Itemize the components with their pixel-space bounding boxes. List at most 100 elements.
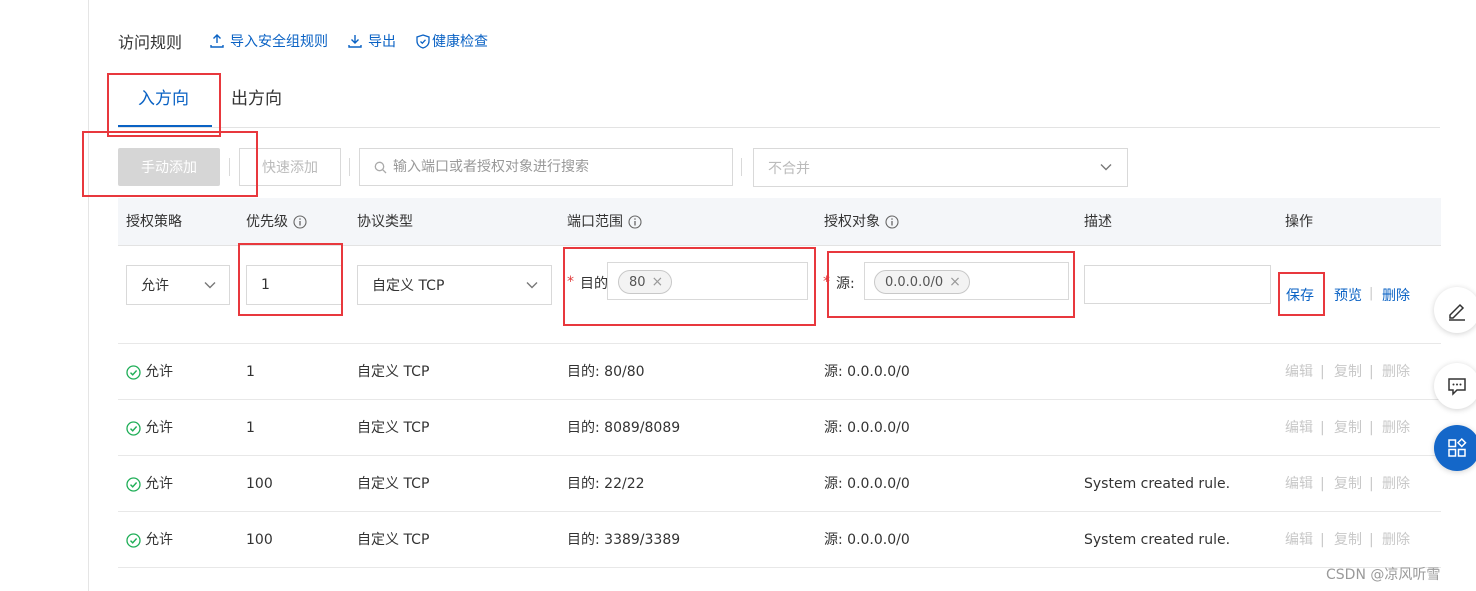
toolbar-divider bbox=[741, 158, 742, 176]
delete-action[interactable]: 删除 bbox=[1382, 456, 1410, 512]
col-policy: 授权策略 bbox=[126, 214, 182, 230]
delete-action[interactable]: 删除 bbox=[1382, 344, 1410, 400]
action-divider: | bbox=[1320, 364, 1325, 380]
export-link[interactable]: 导出 bbox=[348, 31, 396, 51]
tab-outbound[interactable]: 出方向 bbox=[231, 82, 282, 128]
tab-inbound[interactable]: 入方向 bbox=[138, 82, 189, 128]
policy-select-value: 允许 bbox=[141, 278, 169, 294]
priority-cell: 1 bbox=[246, 420, 255, 436]
copy-action[interactable]: 复制 bbox=[1334, 456, 1362, 512]
policy-cell: 允许 bbox=[126, 344, 173, 400]
table-row: 允许 100 自定义 TCP 目的: 3389/3389 源: 0.0.0.0/… bbox=[118, 512, 1441, 568]
port-cell: 目的: 22/22 bbox=[567, 476, 645, 492]
policy-cell: 允许 bbox=[126, 400, 173, 456]
auth-tag: 0.0.0.0/0 × bbox=[874, 270, 970, 294]
info-icon[interactable] bbox=[628, 215, 642, 229]
col-priority-label: 优先级 bbox=[246, 214, 288, 230]
auth-tag-input[interactable]: 0.0.0.0/0 × bbox=[864, 262, 1069, 300]
col-port: 端口范围 bbox=[567, 198, 642, 246]
floating-feedback-button[interactable] bbox=[1434, 363, 1476, 409]
copy-action[interactable]: 复制 bbox=[1334, 344, 1362, 400]
auth-cell: 源: 0.0.0.0/0 bbox=[824, 420, 910, 436]
policy-value: 允许 bbox=[145, 476, 173, 492]
priority-input[interactable] bbox=[247, 266, 341, 304]
col-priority: 优先级 bbox=[246, 198, 307, 246]
edit-action[interactable]: 编辑 bbox=[1285, 400, 1313, 456]
chevron-down-icon bbox=[1099, 160, 1113, 178]
search-icon bbox=[374, 161, 387, 174]
save-button[interactable]: 保存 bbox=[1286, 285, 1314, 305]
close-icon[interactable]: × bbox=[949, 274, 961, 290]
policy-value: 允许 bbox=[145, 420, 173, 436]
download-icon bbox=[348, 34, 362, 48]
port-tag-input[interactable]: 80 × bbox=[607, 262, 808, 300]
auth-field-label: 源: bbox=[836, 276, 855, 292]
quick-add-button[interactable]: 快速添加 bbox=[239, 148, 341, 186]
port-tag-value: 80 bbox=[629, 274, 646, 290]
auth-cell: 源: 0.0.0.0/0 bbox=[824, 364, 910, 380]
port-cell: 目的: 8089/8089 bbox=[567, 420, 681, 436]
protocol-cell: 自定义 TCP bbox=[357, 364, 430, 380]
direction-tabs: 入方向 出方向 bbox=[118, 82, 1440, 128]
port-tag: 80 × bbox=[618, 270, 673, 294]
priority-cell: 1 bbox=[246, 364, 255, 380]
action-divider: | bbox=[1320, 532, 1325, 548]
priority-field[interactable] bbox=[246, 265, 342, 305]
protocol-select[interactable]: 自定义 TCP bbox=[357, 265, 552, 305]
upload-icon bbox=[210, 34, 224, 48]
comment-icon bbox=[1446, 375, 1468, 397]
tab-active-indicator bbox=[118, 125, 212, 127]
preview-button[interactable]: 预览 bbox=[1334, 285, 1362, 305]
rules-header: 访问规则 导入安全组规则 导出 健康检查 bbox=[118, 28, 508, 54]
edit-icon bbox=[1446, 299, 1468, 321]
edit-action[interactable]: 编辑 bbox=[1285, 344, 1313, 400]
health-check-link[interactable]: 健康检查 bbox=[416, 31, 488, 51]
copy-action[interactable]: 复制 bbox=[1334, 512, 1362, 568]
table-row: 允许 100 自定义 TCP 目的: 22/22 源: 0.0.0.0/0 Sy… bbox=[118, 456, 1441, 512]
import-security-group-link[interactable]: 导入安全组规则 bbox=[210, 31, 328, 51]
check-circle-icon bbox=[126, 364, 141, 380]
manual-add-button[interactable]: 手动添加 bbox=[118, 148, 220, 186]
protocol-cell: 自定义 TCP bbox=[357, 532, 430, 548]
export-label: 导出 bbox=[368, 34, 397, 50]
close-icon[interactable]: × bbox=[652, 274, 664, 290]
priority-cell: 100 bbox=[246, 476, 273, 492]
required-mark: * bbox=[567, 274, 574, 290]
col-auth-label: 授权对象 bbox=[824, 214, 880, 230]
action-divider: | bbox=[1369, 364, 1374, 380]
floating-edit-button[interactable] bbox=[1434, 287, 1476, 333]
merge-select-value: 不合并 bbox=[768, 160, 810, 177]
desc-input[interactable] bbox=[1085, 266, 1270, 303]
chevron-down-icon bbox=[203, 278, 217, 296]
search-box[interactable] bbox=[359, 148, 733, 186]
policy-select[interactable]: 允许 bbox=[126, 265, 230, 305]
desc-cell: System created rule. bbox=[1084, 476, 1231, 492]
page-left-border bbox=[88, 0, 89, 591]
required-mark: * bbox=[823, 274, 830, 290]
floating-apps-button[interactable] bbox=[1434, 425, 1476, 471]
edit-action[interactable]: 编辑 bbox=[1285, 456, 1313, 512]
chevron-down-icon bbox=[525, 278, 539, 296]
health-label: 健康检查 bbox=[432, 34, 489, 50]
desc-field[interactable] bbox=[1084, 265, 1271, 304]
delete-action[interactable]: 删除 bbox=[1382, 512, 1410, 568]
delete-action[interactable]: 删除 bbox=[1382, 400, 1410, 456]
info-icon[interactable] bbox=[885, 215, 899, 229]
policy-value: 允许 bbox=[145, 364, 173, 380]
col-protocol: 协议类型 bbox=[357, 214, 413, 230]
protocol-select-value: 自定义 TCP bbox=[372, 278, 445, 294]
policy-cell: 允许 bbox=[126, 456, 173, 512]
edit-action[interactable]: 编辑 bbox=[1285, 512, 1313, 568]
page-title: 访问规则 bbox=[118, 33, 183, 52]
port-field-label: 目的 bbox=[580, 276, 608, 292]
action-divider: | bbox=[1320, 420, 1325, 436]
delete-button[interactable]: 删除 bbox=[1382, 285, 1410, 305]
check-circle-icon bbox=[126, 476, 141, 492]
toolbar-divider bbox=[229, 158, 230, 176]
import-label: 导入安全组规则 bbox=[230, 34, 329, 50]
copy-action[interactable]: 复制 bbox=[1334, 400, 1362, 456]
check-circle-icon bbox=[126, 532, 141, 548]
search-input[interactable] bbox=[393, 159, 723, 175]
info-icon[interactable] bbox=[293, 215, 307, 229]
merge-select[interactable]: 不合并 bbox=[753, 148, 1128, 187]
